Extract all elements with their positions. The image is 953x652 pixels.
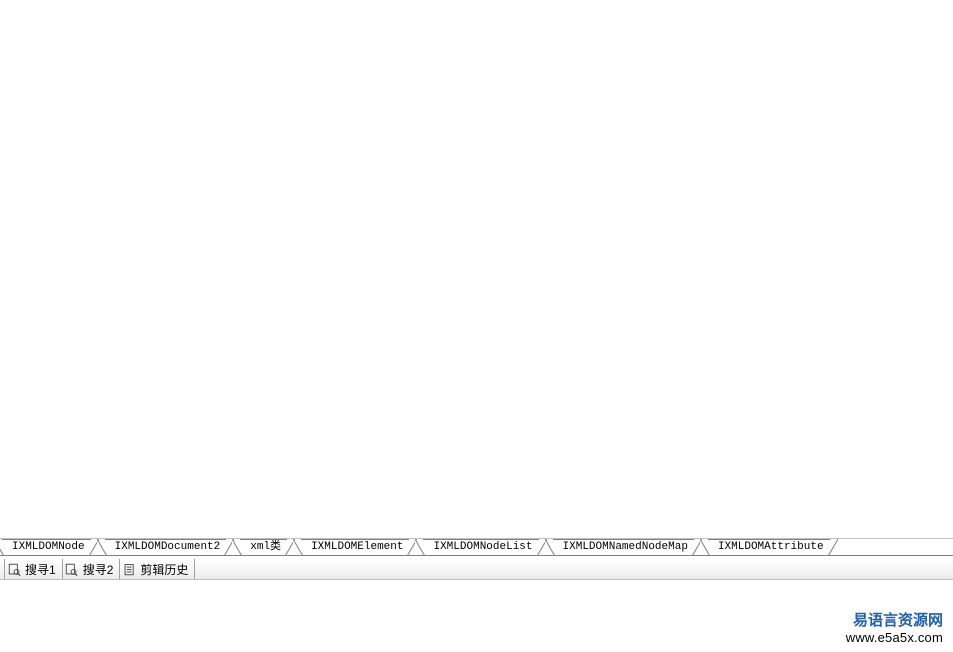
tab-ixmldomnode[interactable]: IXMLDOMNode xyxy=(2,539,91,555)
content-area xyxy=(0,0,953,527)
watermark: 易语言资源网 www.e5a5x.com xyxy=(846,612,943,646)
tab-label: IXMLDOMElement xyxy=(301,539,409,555)
bottom-tab-search1[interactable]: 搜寻1 xyxy=(4,559,63,579)
tab-xml-class[interactable]: xml类 xyxy=(240,539,287,555)
bottom-tab-clip-history[interactable]: 剪辑历史 xyxy=(120,559,195,579)
tab-ixmldomelement[interactable]: IXMLDOMElement xyxy=(301,539,409,555)
clipboard-icon xyxy=(122,562,136,576)
document-tabs: IXMLDOMNode IXMLDOMDocument2 xml类 IXMLDO… xyxy=(2,537,830,555)
watermark-title: 易语言资源网 xyxy=(846,612,943,630)
bottom-tab-label: 搜寻1 xyxy=(25,561,56,578)
tab-label: IXMLDOMNodeList xyxy=(423,539,538,555)
document-tabs-bar: IXMLDOMNode IXMLDOMDocument2 xml类 IXMLDO… xyxy=(0,538,953,556)
search-icon xyxy=(65,562,79,576)
bottom-tool-tabs: 搜寻1 搜寻2 剪辑历史 xyxy=(0,558,953,580)
search-icon xyxy=(7,562,21,576)
tab-ixmldomnodelist[interactable]: IXMLDOMNodeList xyxy=(423,539,538,555)
tab-ixmldomdocument2[interactable]: IXMLDOMDocument2 xyxy=(105,539,227,555)
tab-label: IXMLDOMNamedNodeMap xyxy=(553,539,694,555)
tab-label: xml类 xyxy=(240,539,287,555)
tab-ixmldomattribute[interactable]: IXMLDOMAttribute xyxy=(708,539,830,555)
tab-ixmldomnamednodemap[interactable]: IXMLDOMNamedNodeMap xyxy=(553,539,694,555)
bottom-tab-label: 搜寻2 xyxy=(83,561,114,578)
bottom-tab-search2[interactable]: 搜寻2 xyxy=(63,559,121,579)
watermark-url: www.e5a5x.com xyxy=(846,630,943,646)
tab-label: IXMLDOMDocument2 xyxy=(105,539,227,555)
tab-label: IXMLDOMNode xyxy=(2,539,91,555)
bottom-tab-label: 剪辑历史 xyxy=(140,561,188,578)
tab-label: IXMLDOMAttribute xyxy=(708,539,830,555)
